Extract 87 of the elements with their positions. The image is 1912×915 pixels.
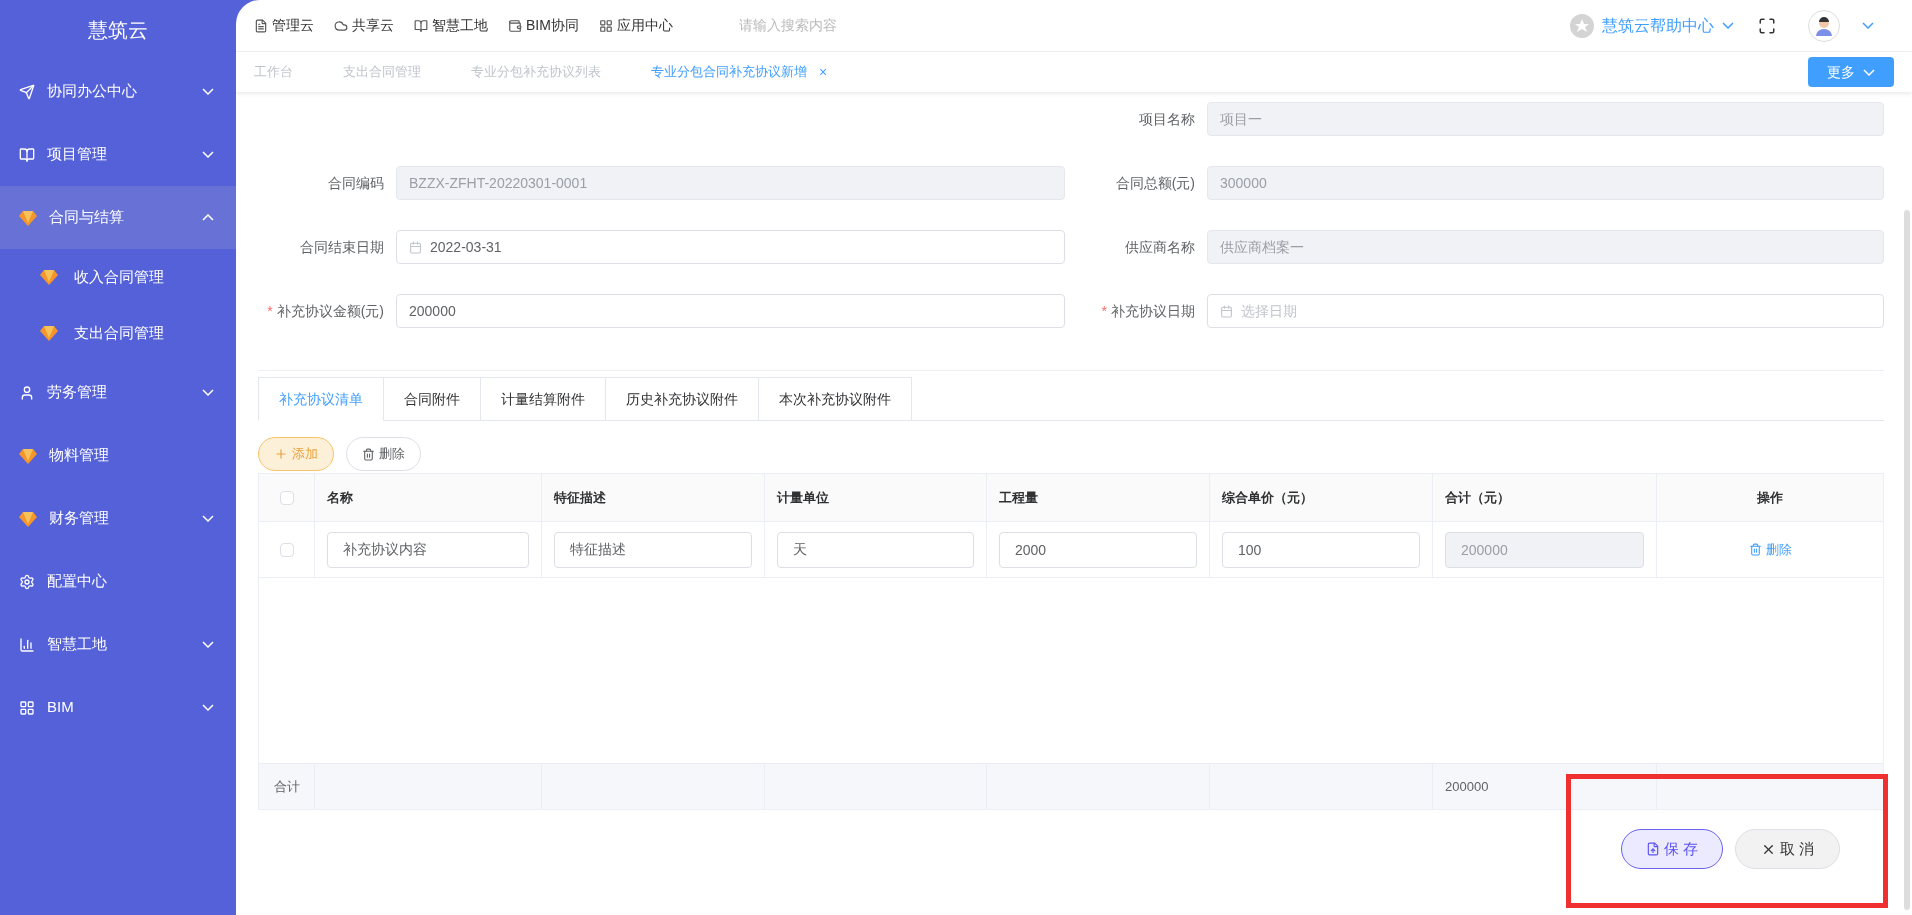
column-header: 特征描述 [554, 488, 606, 507]
section-tab[interactable]: 本次补充协议附件 [759, 377, 912, 421]
avatar-icon[interactable] [1808, 9, 1840, 42]
page-tab[interactable]: 专业分包合同补充协议新增 × [651, 61, 828, 83]
total-value: 200000 [1445, 777, 1489, 796]
column-header: 计量单位 [777, 488, 829, 507]
trash-icon [362, 447, 375, 461]
checkbox[interactable] [279, 542, 294, 557]
cell-input[interactable]: 补充协议内容 [327, 531, 529, 568]
section-tab[interactable]: 计量结算附件 [481, 377, 606, 421]
column-header: 操作 [1757, 488, 1783, 507]
document-icon [254, 18, 268, 33]
chevron-down-icon [1722, 22, 1734, 29]
top-nav-link[interactable]: 管理云 [254, 15, 314, 36]
section-tab[interactable]: 补充协议清单 [258, 377, 384, 421]
user-icon [19, 384, 35, 401]
sidebar-item[interactable]: 配置中心 [0, 550, 236, 613]
fullscreen-icon[interactable] [1758, 16, 1776, 35]
sidebar-item[interactable]: 协同办公中心 [0, 60, 236, 123]
cancel-button[interactable]: 取 消 [1735, 829, 1840, 869]
column-header: 名称 [327, 488, 353, 507]
required-mark: * [267, 301, 273, 321]
required-mark: * [1101, 301, 1107, 321]
wallet-icon [508, 18, 522, 33]
gem-icon [40, 325, 58, 341]
gem-icon [40, 269, 58, 285]
gem-icon [19, 447, 37, 464]
cell-input[interactable]: 天 [777, 531, 974, 568]
sidebar-item[interactable]: 物料管理 [0, 424, 236, 487]
star-badge-icon [1570, 13, 1594, 38]
field-label: 供应商名称 [1125, 237, 1195, 257]
field-label: 补充协议日期 [1111, 301, 1195, 321]
help-center-link[interactable]: 慧筑云帮助中心 [1602, 13, 1734, 38]
gem-icon [19, 209, 37, 226]
field-label: 合同编码 [328, 173, 384, 193]
sidebar-subitem[interactable]: 收入合同管理 [0, 249, 236, 305]
more-button[interactable]: 更多 [1808, 57, 1894, 87]
send-icon [19, 83, 35, 100]
cell-input[interactable]: 100 [1222, 531, 1420, 568]
plus-icon [274, 447, 288, 461]
sidebar-item[interactable]: 合同与结算 [0, 186, 236, 249]
close-icon[interactable]: × [819, 61, 828, 83]
field-label: 合同总额(元) [1115, 173, 1195, 193]
trash-icon [1748, 543, 1762, 556]
book-icon [19, 146, 35, 163]
sidebar-item[interactable]: 项目管理 [0, 123, 236, 186]
sidebar-item[interactable]: 劳务管理 [0, 361, 236, 424]
cell-input[interactable]: 2000 [999, 531, 1197, 568]
column-header: 工程量 [999, 488, 1038, 507]
delete-button[interactable]: 删除 [346, 437, 421, 471]
section-tab[interactable]: 合同附件 [384, 377, 481, 421]
section-tab[interactable]: 历史补充协议附件 [606, 377, 759, 421]
scrollbar[interactable] [1904, 210, 1910, 910]
grid-icon [19, 699, 35, 716]
book-icon [414, 18, 428, 33]
cloud-icon [334, 18, 348, 33]
bar-chart-icon [19, 636, 35, 653]
date-field[interactable]: 2022-03-31 [396, 230, 1065, 264]
sidebar-item[interactable]: 智慧工地 [0, 613, 236, 676]
app-logo: 慧筑云 [88, 18, 148, 43]
gem-icon [19, 510, 37, 527]
sidebar-item[interactable]: BIM [0, 676, 236, 739]
chevron-down-icon [1863, 68, 1875, 76]
cell-input[interactable]: 特征描述 [554, 531, 752, 568]
column-header: 综合单价（元） [1222, 488, 1313, 507]
save-button[interactable]: 保 存 [1621, 829, 1723, 869]
top-nav-link[interactable]: 共享云 [334, 15, 394, 36]
top-nav-link[interactable]: 智慧工地 [414, 15, 488, 36]
checkbox[interactable] [279, 490, 294, 505]
file-upload-icon [1645, 842, 1660, 856]
sidebar-subitem[interactable]: 支出合同管理 [0, 305, 236, 361]
grid-icon [598, 18, 613, 33]
sidebar-item[interactable]: 财务管理 [0, 487, 236, 550]
delete-link[interactable]: 删除 [1748, 539, 1792, 560]
search-field[interactable]: 请输入搜索内容 [738, 15, 1039, 36]
calendar-icon [1220, 304, 1233, 318]
total-label: 合计 [273, 777, 300, 796]
calendar-icon [409, 240, 422, 254]
column-header: 合计（元） [1445, 488, 1510, 507]
field-label: 合同结束日期 [300, 237, 384, 257]
top-nav-link[interactable]: BIM协同 [508, 15, 579, 36]
input-field[interactable]: 200000 [396, 294, 1065, 328]
field-label: 补充协议金额(元) [276, 301, 384, 321]
settings-icon [19, 573, 35, 590]
field-label: 项目名称 [1139, 109, 1195, 129]
chevron-down-icon[interactable] [1862, 22, 1874, 29]
top-nav-link[interactable]: 应用中心 [598, 15, 673, 36]
